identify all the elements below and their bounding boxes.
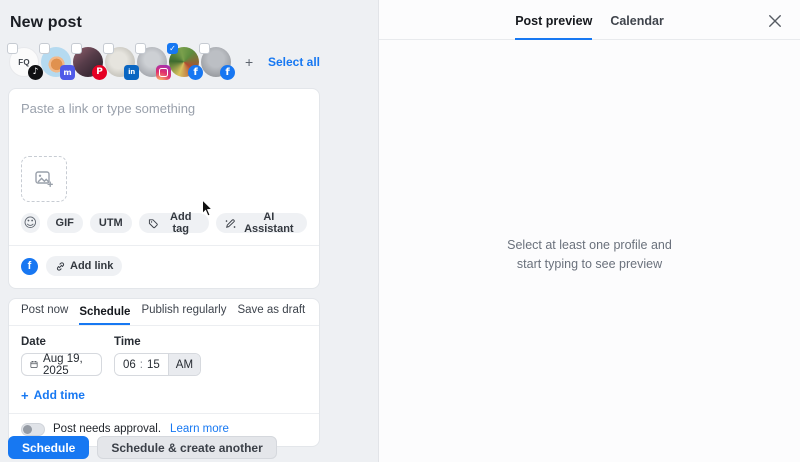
channel-avatar-facebook[interactable]: f <box>201 47 231 77</box>
time-colon: : <box>140 359 143 371</box>
tab-save-as-draft[interactable]: Save as draft <box>237 304 305 325</box>
emoji-icon: ☺ <box>23 217 37 230</box>
channel-checkbox[interactable] <box>71 43 82 54</box>
learn-more-link[interactable]: Learn more <box>170 423 229 435</box>
add-time-label: Add time <box>34 388 85 402</box>
tab-schedule[interactable]: Schedule <box>79 306 130 325</box>
channel-checkbox[interactable]: ✓ <box>167 43 178 54</box>
close-button[interactable] <box>766 12 784 30</box>
facebook-icon: f <box>21 258 38 275</box>
media-upload-dropzone[interactable] <box>21 156 67 202</box>
tab-post-now[interactable]: Post now <box>21 304 68 325</box>
meridiem-selector[interactable]: AM <box>168 354 200 375</box>
channel-avatar-pinterest[interactable]: P <box>73 47 103 77</box>
calendar-icon <box>30 359 38 370</box>
minute-value[interactable]: 15 <box>147 359 160 371</box>
tab-publish-regularly[interactable]: Publish regularly <box>141 304 226 325</box>
ai-assistant-button[interactable]: AI Assistant <box>216 213 307 233</box>
toggle-knob <box>23 425 32 434</box>
time-picker-input[interactable]: 06 : 15 AM <box>114 353 201 376</box>
scheduling-tabs: Post now Schedule Publish regularly Save… <box>9 299 319 326</box>
ai-pencil-icon <box>225 217 236 229</box>
channel-checkbox[interactable] <box>39 43 50 54</box>
new-post-dialog: New post FQ ♪ m P in ✓ f f + Select all <box>0 0 800 462</box>
channel-avatar-facebook[interactable]: ✓ f <box>169 47 199 77</box>
channel-avatar-mastodon[interactable]: m <box>41 47 71 77</box>
facebook-badge-icon: f <box>220 65 235 80</box>
composer-panel: New post FQ ♪ m P in ✓ f f + Select all <box>0 0 378 462</box>
footer-actions: Schedule Schedule & create another <box>8 436 277 459</box>
schedule-button[interactable]: Schedule <box>8 436 89 459</box>
plus-icon: + <box>21 389 29 402</box>
hour-value[interactable]: 06 <box>123 359 136 371</box>
tiktok-badge-icon: ♪ <box>28 65 43 80</box>
post-text-input[interactable]: Paste a link or type something <box>21 101 307 116</box>
avatar-initials: FQ <box>18 58 30 67</box>
page-title: New post <box>10 14 378 32</box>
channel-avatar-tiktok[interactable]: FQ ♪ <box>9 47 39 77</box>
scheduling-card: Post now Schedule Publish regularly Save… <box>8 298 320 447</box>
mastodon-badge-icon: m <box>60 65 75 80</box>
date-label: Date <box>21 336 114 348</box>
add-channel-button[interactable]: + <box>241 53 257 71</box>
add-tag-label: Add tag <box>162 211 200 235</box>
empty-state-line-1: Select at least one profile and <box>379 236 800 255</box>
date-value: Aug 19, 2025 <box>43 353 93 377</box>
channel-checkbox[interactable] <box>199 43 210 54</box>
add-image-icon <box>34 169 54 189</box>
channel-checkbox[interactable] <box>135 43 146 54</box>
time-value[interactable]: 06 : 15 <box>115 354 168 375</box>
time-label: Time <box>114 336 141 348</box>
empty-state-line-2: start typing to see preview <box>379 255 800 274</box>
approval-label: Post needs approval. <box>53 423 161 435</box>
close-icon <box>768 14 782 28</box>
preview-header: Post preview Calendar <box>379 0 800 40</box>
composer-card: Paste a link or type something ☺ GIF UTM <box>8 88 320 289</box>
facebook-attachment-row: f Add link <box>9 246 319 288</box>
tab-post-preview[interactable]: Post preview <box>515 0 592 40</box>
emoji-picker-button[interactable]: ☺ <box>21 213 40 233</box>
add-tag-button[interactable]: Add tag <box>139 213 209 233</box>
date-picker-input[interactable]: Aug 19, 2025 <box>21 353 102 376</box>
ai-assistant-label: AI Assistant <box>240 211 298 235</box>
add-time-button[interactable]: + Add time <box>21 388 85 402</box>
preview-empty-state: Select at least one profile and start ty… <box>379 236 800 275</box>
composer-toolbar: ☺ GIF UTM Add tag AI Assistant <box>21 213 307 245</box>
schedule-and-create-another-button[interactable]: Schedule & create another <box>97 436 276 459</box>
preview-panel: Post preview Calendar Select at least on… <box>378 0 800 462</box>
tab-calendar[interactable]: Calendar <box>610 0 664 40</box>
link-icon <box>55 261 66 272</box>
add-link-label: Add link <box>70 260 113 272</box>
gif-button[interactable]: GIF <box>47 213 83 233</box>
linkedin-badge-icon: in <box>124 65 139 80</box>
approval-toggle[interactable] <box>21 423 45 436</box>
add-link-button[interactable]: Add link <box>46 256 122 276</box>
facebook-badge-icon: f <box>188 65 203 80</box>
instagram-badge-icon <box>156 65 171 80</box>
utm-button[interactable]: UTM <box>90 213 132 233</box>
channel-checkbox[interactable] <box>7 43 18 54</box>
channel-avatar-linkedin[interactable]: in <box>105 47 135 77</box>
channel-selector-row: FQ ♪ m P in ✓ f f + Select all <box>9 45 320 79</box>
channel-checkbox[interactable] <box>103 43 114 54</box>
channel-avatar-instagram[interactable] <box>137 47 167 77</box>
tag-icon <box>148 218 158 229</box>
pinterest-badge-icon: P <box>92 65 107 80</box>
select-all-link[interactable]: Select all <box>268 55 320 69</box>
